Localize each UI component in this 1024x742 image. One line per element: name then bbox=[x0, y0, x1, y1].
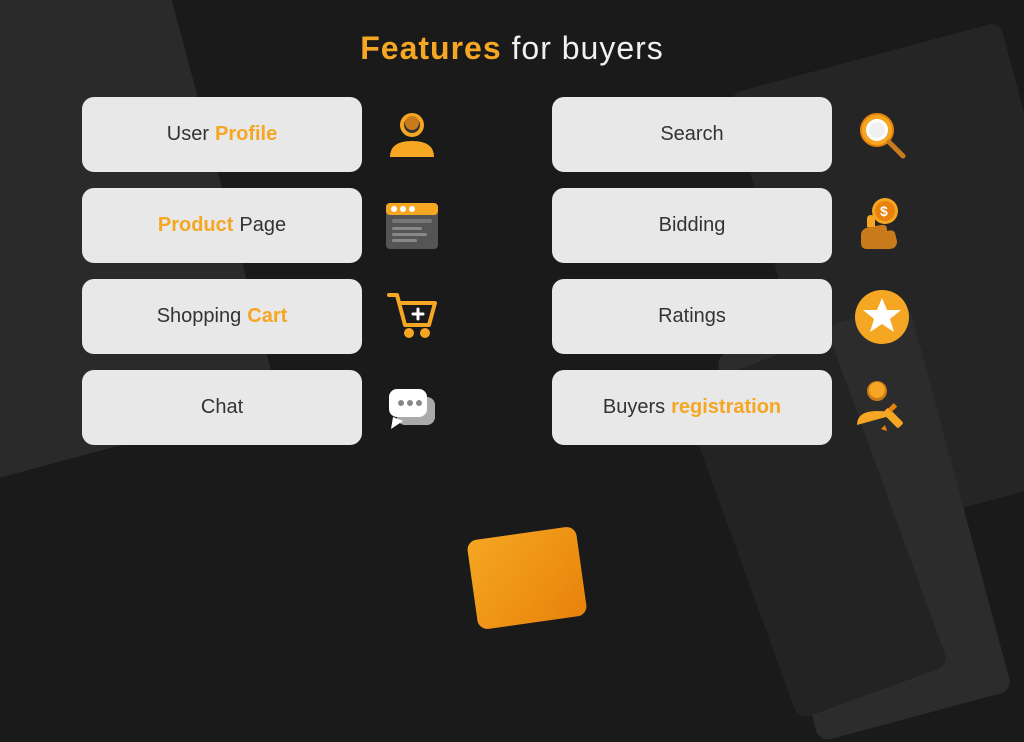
feature-shopping-cart: Shopping Cart bbox=[82, 279, 472, 354]
person-write-icon bbox=[852, 378, 912, 438]
search-icon bbox=[852, 105, 912, 165]
feature-ratings: Ratings bbox=[552, 279, 942, 354]
page-title: Features for buyers bbox=[360, 30, 664, 67]
chat-icon bbox=[382, 378, 442, 438]
cart-icon bbox=[382, 287, 442, 347]
title-highlight: Features bbox=[360, 30, 501, 66]
browser-icon bbox=[382, 196, 442, 256]
bidding-button[interactable]: Bidding bbox=[552, 188, 832, 263]
person-icon bbox=[382, 105, 442, 165]
svg-text:$: $ bbox=[880, 203, 888, 219]
shopping-cart-button[interactable]: Shopping Cart bbox=[82, 279, 362, 354]
ratings-button[interactable]: Ratings bbox=[552, 279, 832, 354]
coin-hand-icon: $ bbox=[852, 196, 912, 256]
search-button[interactable]: Search bbox=[552, 97, 832, 172]
feature-buyers-registration: Buyers registration bbox=[552, 370, 942, 445]
star-icon bbox=[852, 287, 912, 347]
main-content: Features for buyers User Profile Search bbox=[0, 0, 1024, 445]
feature-chat: Chat bbox=[82, 370, 472, 445]
feature-search: Search bbox=[552, 97, 942, 172]
feature-product-page: Product Page bbox=[82, 188, 472, 263]
feature-user-profile: User Profile bbox=[82, 97, 472, 172]
product-page-button[interactable]: Product Page bbox=[82, 188, 362, 263]
orange-card-decoration bbox=[466, 526, 587, 630]
chat-button[interactable]: Chat bbox=[82, 370, 362, 445]
feature-bidding: Bidding $ bbox=[552, 188, 942, 263]
user-profile-button[interactable]: User Profile bbox=[82, 97, 362, 172]
buyers-registration-button[interactable]: Buyers registration bbox=[552, 370, 832, 445]
features-grid: User Profile Search bbox=[82, 97, 942, 445]
